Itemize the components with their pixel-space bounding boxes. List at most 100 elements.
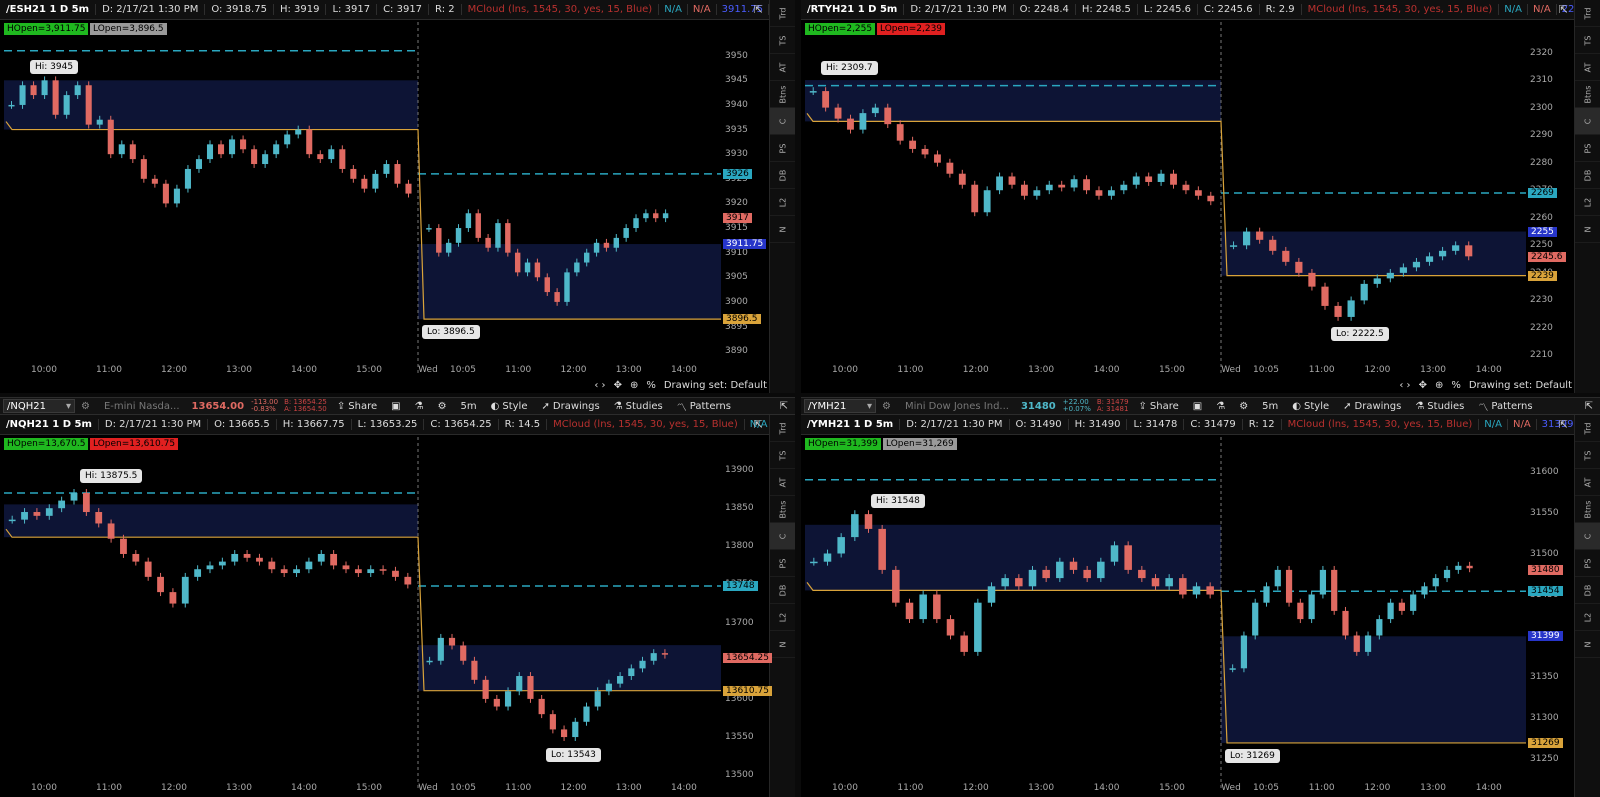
settings-icon[interactable]: ⚙ xyxy=(1232,401,1255,412)
sidebar-tab-ts[interactable]: TS xyxy=(770,442,795,469)
symbol-selector[interactable]: /YMH21 ▾ xyxy=(804,399,876,413)
sidebar-tab-trd[interactable]: Trd xyxy=(770,415,795,442)
drawings-button[interactable]: ➚ Drawings xyxy=(535,401,607,412)
sidebar-tab-c[interactable]: C xyxy=(1575,108,1600,135)
sidebar-tab-btns[interactable]: Btns xyxy=(770,496,795,523)
timeframe-button[interactable]: 5m xyxy=(454,401,484,412)
current-session-candle xyxy=(495,223,501,248)
sidebar-tab-n[interactable]: N xyxy=(1575,216,1600,243)
sidebar-tab-label: Trd xyxy=(1583,7,1592,19)
sidebar-tab-ps[interactable]: PS xyxy=(770,135,795,162)
drawing-set-label[interactable]: Drawing set: Default xyxy=(1469,380,1572,391)
price-chart[interactable] xyxy=(801,0,1526,393)
sidebar-tab-n[interactable]: N xyxy=(1575,631,1600,658)
sidebar-tab-l2[interactable]: L2 xyxy=(1575,189,1600,216)
percent-icon[interactable]: % xyxy=(1451,380,1461,391)
sidebar-tab-db[interactable]: DB xyxy=(1575,162,1600,189)
share-label: Share xyxy=(1149,400,1179,412)
current-session-candle xyxy=(445,242,452,253)
price-chart[interactable] xyxy=(0,0,721,393)
patterns-button[interactable]: 〽 Patterns xyxy=(1471,399,1539,414)
sidebar-tab-db[interactable]: DB xyxy=(1575,577,1600,604)
sidebar-tab-ts[interactable]: TS xyxy=(770,27,795,54)
flask-icon[interactable]: ⚗ xyxy=(1209,401,1232,412)
zoom-icon[interactable]: ⊕ xyxy=(1435,380,1443,391)
drawings-button[interactable]: ➚ Drawings xyxy=(1336,401,1408,412)
export-icon[interactable]: ⇱ xyxy=(773,401,795,412)
percent-icon[interactable]: % xyxy=(646,380,656,391)
sidebar-tab-ps[interactable]: PS xyxy=(1575,550,1600,577)
share-button[interactable]: ⇪ Share xyxy=(1132,401,1186,412)
sidebar-tab-l2[interactable]: L2 xyxy=(770,604,795,631)
scroll-arrows-icon[interactable]: ‹ › xyxy=(594,380,605,391)
patterns-button[interactable]: 〽 Patterns xyxy=(670,399,738,414)
sidebar-tab-c[interactable]: C xyxy=(1575,523,1600,550)
sidebar-tab-at[interactable]: AT xyxy=(770,469,795,496)
sidebar-tab-btns[interactable]: Btns xyxy=(1575,496,1600,523)
net-change: +22.00 +0.07% xyxy=(1060,399,1094,413)
timeframe-button[interactable]: 5m xyxy=(1255,401,1285,412)
style-button[interactable]: ◐ Style xyxy=(484,401,535,412)
screenshot-icon[interactable]: ▣ xyxy=(1186,401,1209,412)
sidebar-tab-l2[interactable]: L2 xyxy=(1575,604,1600,631)
current-session-candle xyxy=(471,660,478,680)
side-panel-tabs: Trd TS AT Btns C PS DB L2 N xyxy=(769,0,795,393)
pan-icon[interactable]: ✥ xyxy=(1419,380,1427,391)
high-callout: Hi: 13875.5 xyxy=(80,468,143,483)
sidebar-tab-btns[interactable]: Btns xyxy=(770,81,795,108)
sidebar-tab-db[interactable]: DB xyxy=(770,162,795,189)
sidebar-tab-at[interactable]: AT xyxy=(1575,469,1600,496)
flask-icon: ⚗ xyxy=(613,400,623,412)
symbol-selector[interactable]: /NQH21 ▾ xyxy=(3,399,75,413)
scroll-arrows-icon[interactable]: ‹ › xyxy=(1399,380,1410,391)
sidebar-tab-trd[interactable]: Trd xyxy=(1575,0,1600,27)
drawing-set-label[interactable]: Drawing set: Default xyxy=(664,380,767,391)
share-button[interactable]: ⇪ Share xyxy=(330,401,384,412)
current-session-candle xyxy=(1353,635,1360,652)
current-session-candle xyxy=(514,252,521,273)
prev-session-candle xyxy=(339,149,346,169)
export-icon[interactable]: ⇱ xyxy=(1578,401,1600,412)
prev-session-candle xyxy=(295,129,302,135)
sidebar-tab-l2[interactable]: L2 xyxy=(770,189,795,216)
prev-session-candle xyxy=(74,85,81,96)
studies-button[interactable]: ⚗ Studies xyxy=(1408,401,1471,412)
settings-icon[interactable]: ⚙ xyxy=(431,401,454,412)
flask-icon[interactable]: ⚗ xyxy=(408,401,431,412)
style-button[interactable]: ◐ Style xyxy=(1285,401,1336,412)
current-session-candle xyxy=(1412,261,1421,268)
sidebar-tab-label: DB xyxy=(1583,169,1592,181)
prev-session-candle xyxy=(30,85,37,96)
sidebar-tab-trd[interactable]: Trd xyxy=(1575,415,1600,442)
studies-button[interactable]: ⚗ Studies xyxy=(607,401,670,412)
prev-session-candle xyxy=(58,500,66,509)
sidebar-tab-trd[interactable]: Trd xyxy=(770,0,795,27)
price-axis-tick: 31250 xyxy=(1530,753,1559,764)
sidebar-tab-n[interactable]: N xyxy=(770,216,795,243)
sidebar-tab-at[interactable]: AT xyxy=(1575,54,1600,81)
price-axis-tick: 13550 xyxy=(725,732,754,743)
prev-session-candle xyxy=(317,154,324,160)
sidebar-tab-at[interactable]: AT xyxy=(770,54,795,81)
sidebar-tab-c[interactable]: C xyxy=(770,523,795,550)
gear-icon[interactable]: ⚙ xyxy=(876,401,897,412)
sidebar-tab-n[interactable]: N xyxy=(770,631,795,658)
pan-icon[interactable]: ✥ xyxy=(614,380,622,391)
time-axis-tick: 15:00 xyxy=(356,783,382,793)
zoom-icon[interactable]: ⊕ xyxy=(630,380,638,391)
gear-icon[interactable]: ⚙ xyxy=(75,401,96,412)
sidebar-tab-ts[interactable]: TS xyxy=(1575,27,1600,54)
low-callout: Lo: 3896.5 xyxy=(422,325,480,340)
sidebar-tab-ts[interactable]: TS xyxy=(1575,442,1600,469)
current-session-candle xyxy=(643,213,649,219)
screenshot-icon[interactable]: ▣ xyxy=(384,401,407,412)
price-axis-tick: 13700 xyxy=(725,617,754,628)
sidebar-tab-ps[interactable]: PS xyxy=(1575,135,1600,162)
sidebar-tab-ps[interactable]: PS xyxy=(770,550,795,577)
price-chart[interactable] xyxy=(801,415,1526,797)
sidebar-tab-c[interactable]: C xyxy=(770,108,795,135)
low-callout: Lo: 31269 xyxy=(1225,748,1280,763)
sidebar-tab-btns[interactable]: Btns xyxy=(1575,81,1600,108)
sidebar-tab-db[interactable]: DB xyxy=(770,577,795,604)
price-tag: 2239 xyxy=(1528,270,1557,281)
